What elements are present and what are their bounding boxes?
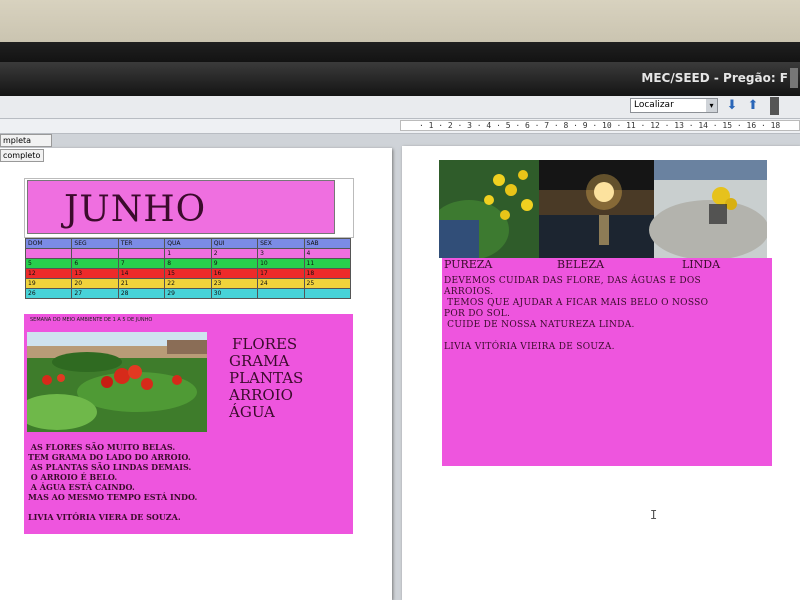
calendar-day-cell: 5 (24, 258, 73, 269)
calendar-header-cell: QUI (210, 238, 259, 249)
calendar-header-cell: DOM (24, 238, 73, 249)
photo-strip (439, 160, 767, 258)
arrow-up-icon[interactable]: ⬆ (745, 98, 761, 114)
calendar-day-cell: 15 (164, 268, 212, 279)
calendar-header-cell: TER (117, 238, 166, 249)
ruler-ticks[interactable]: · 1 · 2 · 3 · 4 · 5 · 6 · 7 · 8 · 9 · 10… (400, 120, 800, 131)
month-title: JUNHO (64, 189, 207, 230)
pink-text-box-right[interactable]: PUREZA BELEZA LINDA DEVEMOS CUIDAR DAS F… (442, 258, 772, 466)
calendar-day-cell: 3 (257, 248, 305, 259)
calendar-day-cell: 29 (164, 288, 212, 299)
calendar-day-cell: 7 (117, 258, 166, 269)
calendar-day-cell: 22 (164, 278, 212, 289)
calendar-table: DOM SEG TER QUA QUI SEX SAB 1 2 3 4 5 6 7 8 9 10 11 12 13 14… (24, 238, 352, 299)
calendar-day-cell: 13 (71, 268, 119, 279)
calendar-week-row: 19 20 21 22 23 24 25 (24, 278, 352, 289)
word-item: PLANTAS (229, 369, 304, 387)
calendar-day-cell: 12 (24, 268, 73, 279)
word-item: GRAMA (229, 352, 290, 370)
text-cursor-icon: I (650, 508, 658, 522)
calendar-day-cell: 24 (257, 278, 305, 289)
screen: MEC/SEED - Pregão: F Localizar ▾ ⬇ ⬆ · 1… (0, 62, 800, 600)
word-item: ÁGUA (229, 403, 275, 421)
calendar-week-row: 1234 (24, 248, 352, 259)
calendar-header-cell: QUA (164, 238, 212, 249)
calendar-day-cell: 30 (210, 288, 259, 299)
calendar-week-row: 26 27 28 29 30 (24, 288, 352, 299)
calendar-day-cell: 23 (210, 278, 259, 289)
zoom-option-completo[interactable]: completo (0, 149, 44, 162)
calendar-day-cell (24, 248, 73, 259)
zoom-option-mpleta[interactable]: mpleta (0, 134, 52, 147)
calendar-header-cell: SAB (303, 238, 352, 249)
window-control-icon[interactable] (790, 68, 798, 88)
find-dropdown-chevron-icon[interactable]: ▾ (706, 99, 717, 112)
calendar-day-cell: 28 (117, 288, 166, 299)
calendar-day-cell: 20 (71, 278, 119, 289)
title-bar: MEC/SEED - Pregão: F (0, 62, 800, 96)
word-list: FLORES GRAMA PLANTAS ARROIO ÁGUA (229, 335, 304, 421)
calendar-day-cell: 10 (257, 258, 305, 269)
week-caption: SEMANA DO MEIO AMBIENTE DE 1 A 5 DE JUNH… (30, 317, 153, 323)
word-item: ARROIO (229, 386, 293, 404)
calendar-week-row: 12 13 14 15 16 17 18 (24, 268, 352, 279)
document-workspace: JUNHO DOM SEG TER QUA QUI SEX SAB 1 2 3 4 5 6 7 8 9 10 11… (0, 134, 800, 600)
calendar-day-cell: 6 (71, 258, 119, 269)
poem-text-left: AS FLORES SÃO MUITO BELAS. TEM GRAMA DO … (28, 442, 198, 522)
calendar-day-cell: 16 (210, 268, 259, 279)
calendar-day-cell: 1 (164, 248, 212, 259)
calendar-header-cell: SEX (257, 238, 305, 249)
label-beleza: BELEZA (557, 258, 605, 271)
calendar-day-cell: 2 (210, 248, 259, 259)
calendar-day-cell: 25 (303, 278, 352, 289)
page-right[interactable]: PUREZA BELEZA LINDA DEVEMOS CUIDAR DAS F… (402, 146, 800, 600)
calendar-header-row: DOM SEG TER QUA QUI SEX SAB (24, 238, 352, 249)
calendar-day-cell (117, 248, 166, 259)
window-title: MEC/SEED - Pregão: F (641, 71, 788, 85)
word-item: FLORES (232, 335, 298, 353)
calendar-day-cell: 18 (303, 268, 352, 279)
toolbar-handle[interactable] (770, 97, 779, 115)
horizontal-ruler: · 1 · 2 · 3 · 4 · 5 · 6 · 7 · 8 · 9 · 10… (0, 119, 800, 134)
calendar-day-cell (303, 288, 352, 299)
calendar-day-cell: 19 (24, 278, 73, 289)
pink-text-box-left[interactable]: FLORES GRAMA PLANTAS ARROIO ÁGUA AS FLORES S… (24, 314, 353, 534)
month-banner: JUNHO (27, 180, 335, 234)
calendar-day-cell (257, 288, 305, 299)
calendar-day-cell (71, 248, 119, 259)
calendar-day-cell: 11 (303, 258, 352, 269)
calendar-week-row: 5 6 7 8 9 10 11 (24, 258, 352, 269)
poem-text-right: DEVEMOS CUIDAR DAS FLORE, DAS ÁGUAS E DO… (444, 276, 709, 352)
calendar-day-cell: 4 (303, 248, 352, 259)
arrow-down-icon[interactable]: ⬇ (724, 98, 740, 114)
calendar-day-cell: 21 (117, 278, 166, 289)
label-linda: LINDA (682, 258, 721, 271)
calendar-day-cell: 27 (71, 288, 119, 299)
zoom-panel: mpleta completo (0, 134, 52, 174)
page-left[interactable]: JUNHO DOM SEG TER QUA QUI SEX SAB 1 2 3 4 5 6 7 8 9 10 11… (0, 148, 392, 600)
find-input[interactable]: Localizar (630, 98, 718, 113)
find-toolbar: Localizar ▾ ⬇ ⬆ (0, 96, 800, 119)
calendar-day-cell: 9 (210, 258, 259, 269)
flowers-photo (27, 332, 207, 432)
calendar-day-cell: 14 (117, 268, 166, 279)
calendar-day-cell: 26 (24, 288, 73, 299)
calendar-day-cell: 8 (164, 258, 212, 269)
calendar-day-cell: 17 (257, 268, 305, 279)
calendar-header-cell: SEG (71, 238, 119, 249)
label-pureza: PUREZA (444, 258, 493, 271)
